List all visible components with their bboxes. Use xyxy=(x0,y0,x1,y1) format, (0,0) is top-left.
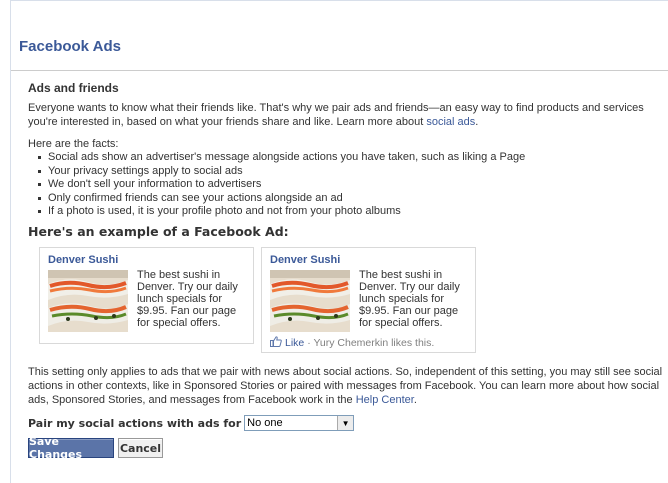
intro-text: Everyone wants to know what their friend… xyxy=(28,102,644,128)
ad-preview-plain: Denver Sushi The best sushi in Denver. T… xyxy=(39,247,254,344)
ad-social-context: Like · Yury Chemerkin likes this. xyxy=(270,336,434,350)
ad-preview-social: Denver Sushi The best sushi in Denver. T… xyxy=(261,247,476,353)
ad-title-link[interactable]: Denver Sushi xyxy=(270,254,340,266)
pair-setting-label: Pair my social actions with ads for xyxy=(28,416,242,430)
like-link[interactable]: Like xyxy=(285,337,304,349)
help-center-link[interactable]: Help Center xyxy=(356,394,414,406)
like-context-text: · Yury Chemerkin likes this. xyxy=(307,337,435,349)
audience-select-value: No one xyxy=(247,417,283,429)
example-title: Here's an example of a Facebook Ad: xyxy=(28,224,289,239)
pair-setting-row: Pair my social actions with ads for No o… xyxy=(28,415,355,431)
fact-item: Only confirmed friends can see your acti… xyxy=(38,192,525,206)
sushi-ad-image[interactable] xyxy=(48,270,128,332)
note-text: This setting only applies to ads that we… xyxy=(28,366,663,406)
section-title: Ads and friends xyxy=(28,81,119,95)
facts-heading: Here are the facts: xyxy=(28,138,119,150)
cancel-button[interactable]: Cancel xyxy=(118,438,163,458)
ad-body-text: The best sushi in Denver. Try our daily … xyxy=(359,269,460,329)
social-ads-link[interactable]: social ads xyxy=(426,116,475,128)
intro-end: . xyxy=(475,116,479,128)
ad-body-text: The best sushi in Denver. Try our daily … xyxy=(137,269,238,329)
intro-paragraph: Everyone wants to know what their friend… xyxy=(28,101,658,129)
facts-list: Social ads show an advertiser's message … xyxy=(38,151,525,219)
fact-item: We don't sell your information to advert… xyxy=(38,178,525,192)
save-changes-button[interactable]: Save Changes xyxy=(28,435,114,461)
settings-panel: Facebook Ads Ads and friends Everyone wa… xyxy=(10,0,668,483)
thumbs-up-icon xyxy=(270,336,282,350)
page-title: Facebook Ads xyxy=(19,38,121,55)
fact-item: If a photo is used, it is your profile p… xyxy=(38,205,525,219)
title-divider xyxy=(11,70,668,71)
ad-title-link[interactable]: Denver Sushi xyxy=(48,254,118,266)
fact-item: Your privacy settings apply to social ad… xyxy=(38,165,525,179)
audience-select[interactable]: No one ▼ xyxy=(244,415,355,431)
dropdown-arrow-icon[interactable]: ▼ xyxy=(337,416,354,430)
fact-item: Social ads show an advertiser's message … xyxy=(38,151,525,165)
note-end: . xyxy=(413,394,417,406)
sushi-ad-image[interactable] xyxy=(270,270,350,332)
setting-note: This setting only applies to ads that we… xyxy=(28,365,663,407)
